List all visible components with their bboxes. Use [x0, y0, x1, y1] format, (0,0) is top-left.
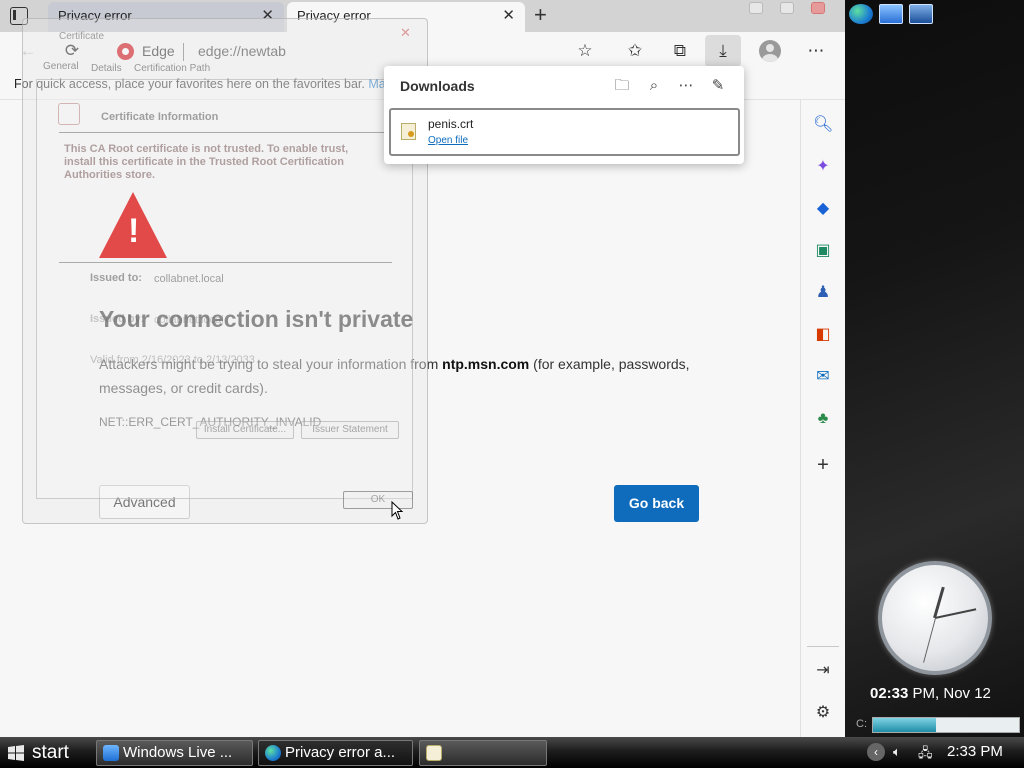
maximize-button[interactable] — [780, 2, 794, 14]
certificate-dialog: Certificate ✕ General Details Certificat… — [22, 18, 428, 524]
task-label: Privacy error a... — [285, 744, 396, 761]
clock-date: PM, Nov 12 — [908, 685, 991, 702]
issued-by-label: Issued by: — [90, 313, 145, 325]
settings-gear-icon[interactable]: ⚙ — [813, 703, 833, 723]
collections-icon[interactable]: ⧉ — [669, 40, 691, 62]
valid-range: Valid from 2/16/2023 to 2/13/2033 — [90, 354, 255, 366]
edge-icon[interactable] — [849, 4, 873, 24]
error-host: ntp.msn.com — [442, 356, 530, 372]
volume-muted-icon[interactable]: 🔈︎ — [893, 744, 901, 760]
second-hand — [923, 618, 936, 663]
network-icon[interactable]: 🖧︎ — [918, 744, 933, 766]
download-item[interactable]: penis.crt Open file — [389, 108, 740, 156]
certificate-task-icon — [426, 745, 442, 761]
taskbar-certificate[interactable] — [419, 740, 547, 766]
mouse-cursor-icon — [391, 501, 403, 520]
tools-icon[interactable]: ▣ — [813, 241, 833, 261]
tray-clock[interactable]: 2:33 PM — [947, 743, 1003, 760]
hide-sidebar-icon[interactable]: ⇥ — [813, 661, 833, 681]
start-label: start — [32, 742, 69, 763]
close-window-button[interactable] — [811, 2, 825, 14]
shopping-tag-icon[interactable]: ◆ — [813, 199, 833, 219]
clock-time: 02:33 — [870, 685, 909, 702]
outlook-icon[interactable]: ✉ — [813, 367, 833, 387]
taskbar-privacy-error[interactable]: Privacy error a... — [258, 740, 413, 766]
windows-live-icon — [103, 745, 119, 761]
sidebar-divider — [807, 646, 839, 647]
certificate-file-icon — [401, 123, 416, 140]
install-certificate-button[interactable]: Install Certificate... — [196, 421, 294, 439]
games-icon[interactable]: ♟ — [813, 283, 833, 303]
certificate-dialog-title: Certificate — [59, 31, 105, 42]
start-button[interactable]: start — [0, 737, 92, 768]
issued-by-value: collabnet.local — [154, 314, 224, 326]
certificate-close-icon[interactable]: ✕ — [400, 25, 411, 41]
profile-avatar[interactable] — [759, 40, 781, 62]
minimize-button[interactable] — [749, 2, 763, 14]
taskbar: start Windows Live ... Privacy error a..… — [0, 737, 1024, 768]
cert-tab-details[interactable]: Details — [91, 63, 122, 74]
minute-hand — [934, 608, 977, 619]
search-icon[interactable]: 🔍︎ — [813, 115, 833, 135]
open-folder-icon[interactable]: 🗀 — [612, 76, 632, 96]
downloads-panel: Downloads 🗀 ⌕ ⋯ ✎ penis.crt Open file — [384, 66, 744, 164]
certificate-icon — [58, 103, 80, 125]
certificate-warning-text: This CA Root certificate is not trusted.… — [64, 143, 349, 181]
search-downloads-icon[interactable]: ⌕ — [644, 76, 664, 96]
downloads-title: Downloads — [400, 78, 475, 94]
drive-usage-fill — [873, 718, 936, 732]
task-label: Windows Live ... — [123, 744, 233, 761]
copilot-sparkle-icon[interactable]: ✦ — [813, 157, 833, 177]
details-divider — [59, 262, 392, 263]
close-tab-icon[interactable]: ✕ — [502, 2, 515, 30]
drive-usage-meter — [872, 717, 1020, 733]
favorites-icon[interactable]: ✩ — [624, 40, 646, 62]
downloads-more-icon[interactable]: ⋯ — [676, 76, 696, 96]
cert-tab-path[interactable]: Certification Path — [134, 63, 210, 74]
desktop-icon[interactable] — [879, 4, 903, 24]
windows-logo-icon — [8, 745, 24, 761]
go-back-button[interactable]: Go back — [614, 485, 699, 522]
issued-to-value: collabnet.local — [154, 273, 224, 285]
more-icon[interactable]: ⋯ — [805, 40, 827, 62]
hour-hand — [933, 586, 945, 619]
windows-icon[interactable] — [909, 4, 933, 24]
downloads-icon[interactable]: ⤓ — [705, 35, 741, 67]
warning-exclamation: ! — [128, 212, 140, 250]
show-hidden-icons-icon[interactable]: ‹ — [867, 743, 885, 761]
analog-clock — [878, 561, 992, 675]
issued-to-label: Issued to: — [90, 272, 142, 284]
office-icon[interactable]: ◧ — [813, 325, 833, 345]
drive-label: C: — [856, 718, 867, 730]
clock-readout: 02:33 PM, Nov 12 — [870, 685, 991, 702]
desktop-sidebar: 02:33 PM, Nov 12 C: — [845, 0, 1024, 737]
certificate-info-heading: Certificate Information — [101, 111, 219, 123]
edge-sidebar: 🔍︎ ✦ ◆ ▣ ♟ ◧ ✉ ♣ + ⇥ ⚙ — [800, 100, 845, 737]
open-file-link[interactable]: Open file — [428, 135, 468, 146]
browser-window: Privacy error ✕ Privacy error ✕ + ← ⟳ Ed… — [0, 0, 845, 737]
system-tray: ‹ 🔈︎ 🖧︎ 2:33 PM — [862, 737, 1024, 768]
taskbar-windows-live[interactable]: Windows Live ... — [96, 740, 253, 766]
pin-icon[interactable]: ✎ — [708, 76, 728, 96]
new-tab-icon[interactable]: + — [534, 3, 547, 27]
cert-tab-general[interactable]: General — [43, 61, 79, 72]
edge-task-icon — [265, 745, 281, 761]
add-sidebar-app-icon[interactable]: + — [813, 455, 833, 475]
heading-divider — [59, 132, 394, 133]
issuer-statement-button[interactable]: Issuer Statement — [301, 421, 399, 439]
add-favorite-icon[interactable]: ☆ — [574, 40, 596, 62]
download-filename: penis.crt — [428, 117, 474, 131]
tree-icon[interactable]: ♣ — [813, 409, 833, 429]
